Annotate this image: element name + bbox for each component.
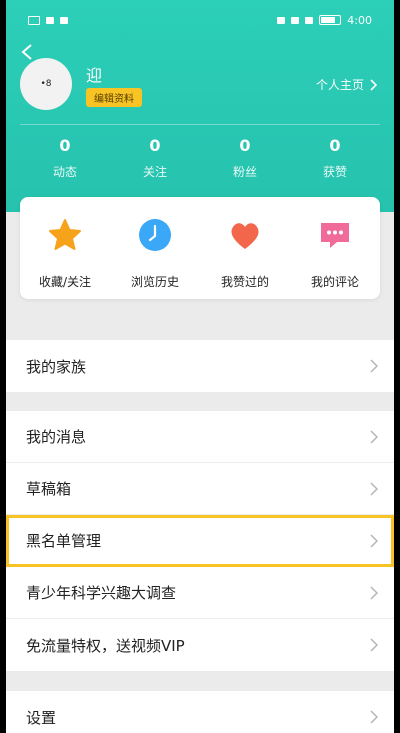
menu-group-family: 我的家族 bbox=[6, 340, 394, 392]
menu-item-label: 设置 bbox=[26, 708, 57, 727]
star-icon bbox=[49, 219, 81, 250]
quick-action-favorites[interactable]: 收藏/关注 bbox=[25, 217, 105, 290]
avatar-text: •8 bbox=[40, 79, 52, 89]
username: 迎 bbox=[86, 66, 103, 85]
menu-group-settings: 设置 bbox=[6, 691, 394, 733]
status-time: 4:00 bbox=[347, 13, 372, 27]
menu-item-label: 我的消息 bbox=[26, 428, 87, 446]
stat-count: 0 bbox=[329, 136, 341, 155]
menu-item-family[interactable]: 我的家族 bbox=[6, 340, 394, 392]
chevron-right-icon bbox=[370, 710, 378, 724]
stat-label: 粉丝 bbox=[232, 165, 257, 179]
menu-item-blacklist[interactable]: 黑名单管理 bbox=[6, 515, 394, 567]
menu-item-label: 我的家族 bbox=[26, 357, 87, 376]
menu-item-messages[interactable]: 我的消息 bbox=[6, 411, 394, 463]
profile-screen: 4:00 •8 迎 编辑资料 个人主页 0 动态 0 关注 0 粉丝 0 获赞 … bbox=[0, 0, 400, 733]
back-arrow-icon bbox=[21, 44, 32, 60]
status-bar: 4:00 bbox=[28, 10, 372, 30]
quick-action-label: 收藏/关注 bbox=[38, 275, 92, 289]
personal-homepage-link[interactable]: 个人主页 bbox=[316, 76, 378, 93]
signal-icon bbox=[28, 15, 40, 25]
menu-item-free-data-vip[interactable]: 免流量特权，送视频VIP bbox=[6, 619, 394, 671]
chevron-right-icon bbox=[370, 78, 378, 91]
quick-action-label: 浏览历史 bbox=[130, 275, 179, 289]
battery-icon bbox=[319, 15, 342, 25]
chevron-right-icon bbox=[370, 429, 378, 444]
stat-followers[interactable]: 0 粉丝 bbox=[210, 136, 280, 180]
stat-count: 0 bbox=[59, 136, 71, 155]
stat-following[interactable]: 0 关注 bbox=[120, 136, 190, 180]
avatar[interactable]: •8 bbox=[20, 58, 72, 110]
menu-item-drafts[interactable]: 草稿箱 bbox=[6, 463, 394, 515]
menu-item-label: 草稿箱 bbox=[26, 480, 72, 498]
chevron-right-icon bbox=[370, 359, 378, 373]
stats-row: 0 动态 0 关注 0 粉丝 0 获赞 bbox=[0, 136, 400, 180]
stat-posts[interactable]: 0 动态 bbox=[30, 136, 100, 180]
mute-icon bbox=[305, 16, 314, 24]
menu-item-settings[interactable]: 设置 bbox=[6, 691, 394, 733]
profile-header: 4:00 •8 迎 编辑资料 个人主页 0 动态 0 关注 0 粉丝 0 获赞 bbox=[0, 0, 400, 212]
alarm-icon bbox=[291, 16, 300, 24]
quick-action-liked[interactable]: 我赞过的 bbox=[205, 217, 285, 290]
clock-icon bbox=[139, 219, 171, 251]
stat-count: 0 bbox=[239, 136, 251, 155]
menu-item-label: 黑名单管理 bbox=[26, 532, 102, 550]
chevron-right-icon bbox=[370, 638, 378, 652]
vibrate-icon bbox=[277, 16, 286, 24]
notification-icon bbox=[60, 16, 68, 24]
quick-action-comments[interactable]: 我的评论 bbox=[295, 217, 375, 290]
menu-item-label: 免流量特权，送视频VIP bbox=[26, 636, 185, 655]
quick-action-label: 我赞过的 bbox=[220, 275, 269, 289]
homepage-label: 个人主页 bbox=[315, 78, 364, 92]
stat-label: 动态 bbox=[52, 165, 77, 179]
quick-action-history[interactable]: 浏览历史 bbox=[115, 217, 195, 290]
sim-icon bbox=[46, 16, 54, 24]
stat-likes[interactable]: 0 获赞 bbox=[300, 136, 370, 180]
chevron-right-icon bbox=[370, 481, 378, 496]
chevron-right-icon bbox=[370, 585, 378, 600]
menu-group-main: 我的消息 草稿箱 黑名单管理 青少年科学兴趣大调查 免流量特权，送视频VIP bbox=[6, 411, 394, 671]
stat-label: 关注 bbox=[142, 165, 167, 179]
menu-item-label: 青少年科学兴趣大调查 bbox=[26, 584, 177, 602]
stat-label: 获赞 bbox=[322, 165, 347, 179]
edit-profile-button[interactable]: 编辑资料 bbox=[86, 88, 142, 107]
quick-action-label: 我的评论 bbox=[310, 275, 359, 289]
menu-item-survey[interactable]: 青少年科学兴趣大调查 bbox=[6, 567, 394, 619]
chevron-right-icon bbox=[370, 533, 378, 548]
comment-icon bbox=[321, 223, 349, 248]
header-divider bbox=[20, 124, 380, 125]
stat-count: 0 bbox=[149, 136, 161, 155]
heart-icon bbox=[231, 223, 259, 249]
quick-actions-card: 收藏/关注 浏览历史 我赞过的 我的评论 bbox=[20, 197, 380, 299]
